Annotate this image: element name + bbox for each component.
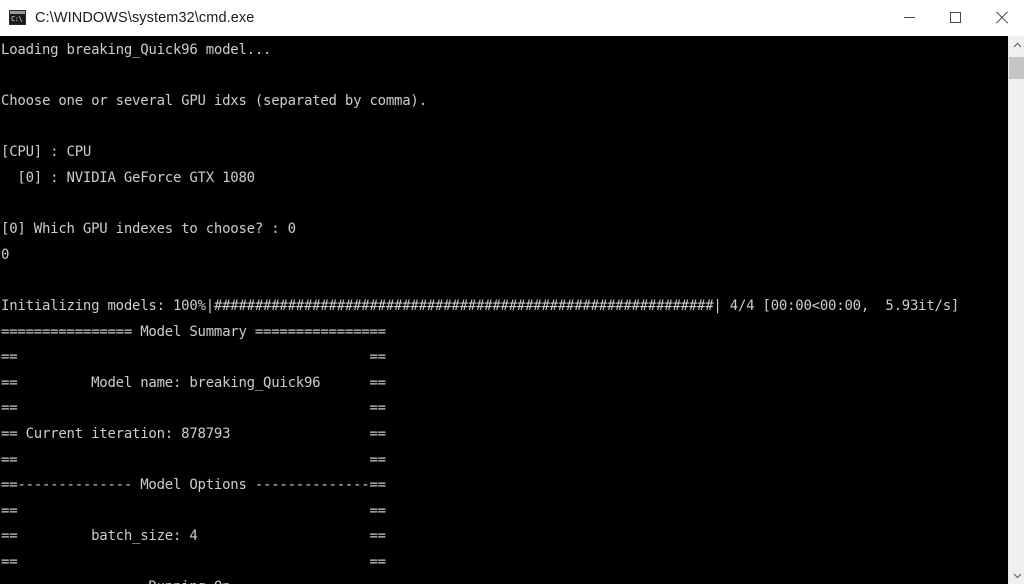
console-line: == ==	[1, 553, 386, 570]
console-line: == ==	[1, 451, 386, 468]
scrollbar-up-button[interactable]	[1009, 36, 1024, 53]
console-area: Loading breaking_Quick96 model... Choose …	[0, 36, 1024, 584]
minimize-icon	[903, 17, 915, 18]
minimize-button[interactable]	[886, 0, 932, 36]
close-button[interactable]	[978, 0, 1024, 36]
console-line: [0] : NVIDIA GeForce GTX 1080	[1, 169, 255, 186]
console-line: == ==	[1, 400, 386, 417]
cmd-icon	[9, 10, 26, 25]
console-scrollbar[interactable]	[1008, 36, 1024, 584]
console-line: == Current iteration: 878793 ==	[1, 425, 386, 442]
console-line: == ==	[1, 502, 386, 519]
console-line: Initializing models: 100%|##############…	[1, 297, 960, 314]
console-line: ==-------------- Model Options ---------…	[1, 477, 386, 494]
console-line: 0	[1, 246, 10, 263]
window-title: C:\WINDOWS\system32\cmd.exe	[35, 9, 255, 26]
console-line: [CPU] : CPU	[1, 144, 92, 161]
window-controls	[886, 0, 1024, 36]
maximize-icon	[949, 12, 961, 23]
chevron-up-icon	[1013, 42, 1021, 47]
title-bar-left: C:\WINDOWS\system32\cmd.exe	[0, 10, 886, 26]
scrollbar-thumb[interactable]	[1009, 57, 1024, 79]
chevron-down-icon	[1013, 573, 1021, 578]
console-output[interactable]: Loading breaking_Quick96 model... Choose …	[0, 36, 1008, 584]
console-line: ==--------------- Running On -----------…	[1, 575, 1008, 584]
close-icon	[995, 11, 1008, 24]
scrollbar-down-button[interactable]	[1009, 567, 1024, 584]
cmd-window: C:\WINDOWS\system32\cmd.exe Loading brea…	[0, 0, 1024, 584]
console-line: == ==	[1, 349, 386, 366]
title-bar[interactable]: C:\WINDOWS\system32\cmd.exe	[0, 0, 1024, 36]
console-line: [0] Which GPU indexes to choose? : 0	[1, 221, 296, 238]
console-line: Loading breaking_Quick96 model...	[1, 42, 272, 58]
maximize-button[interactable]	[932, 0, 978, 36]
console-line: ================ Model Summary =========…	[1, 323, 386, 340]
console-line: == batch_size: 4 ==	[1, 528, 386, 545]
console-line: Choose one or several GPU idxs (separate…	[1, 93, 427, 110]
console-line: == Model name: breaking_Quick96 ==	[1, 374, 386, 391]
scrollbar-track[interactable]	[1009, 53, 1024, 567]
